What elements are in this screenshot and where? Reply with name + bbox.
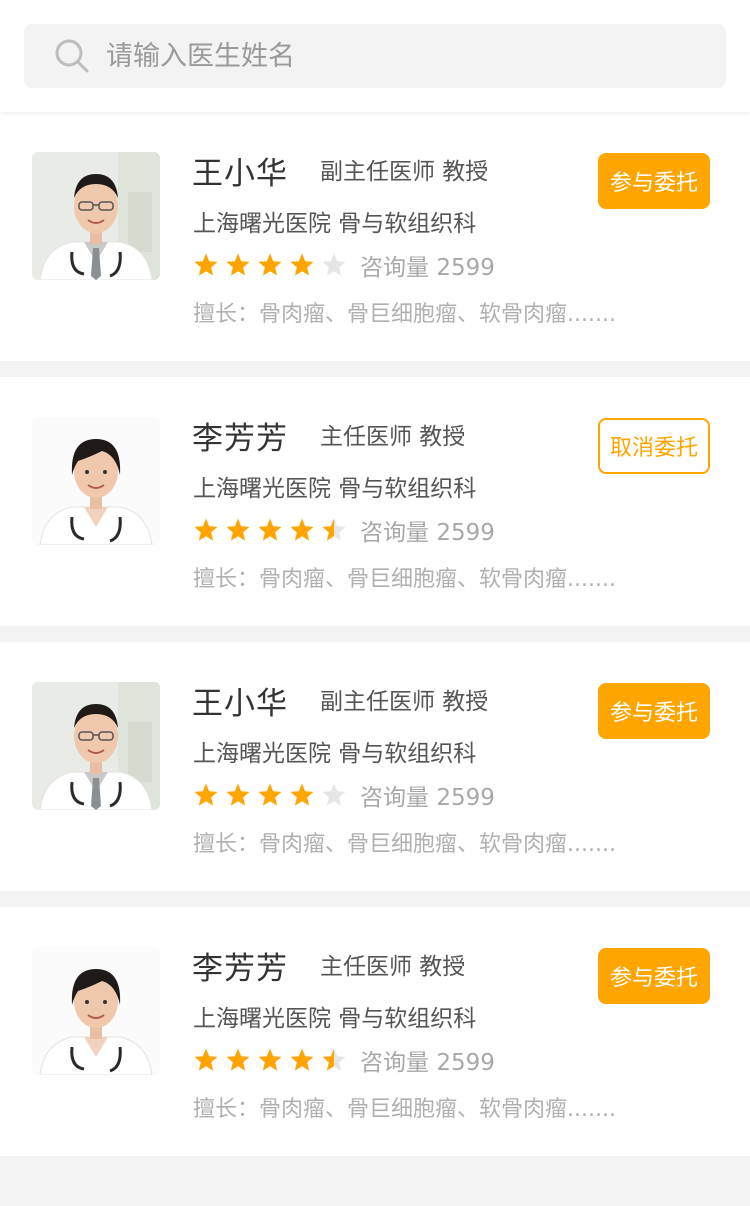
consult-number: 2599 — [436, 520, 495, 546]
search-icon — [55, 39, 89, 73]
consult-label: 咨询量 — [360, 520, 429, 546]
doctor-specialty: 擅长：骨肉瘤、骨巨细胞瘤、软骨肉瘤....... — [193, 302, 616, 327]
doctor-title: 主任医师 教授 — [320, 424, 466, 450]
doctor-avatar — [32, 417, 160, 545]
doctor-hospital: 上海曙光医院 骨与软组织科 — [193, 211, 477, 237]
consult-label: 咨询量 — [360, 785, 429, 811]
star-full-icon — [290, 253, 314, 276]
star-full-icon — [194, 253, 218, 276]
male-doctor-avatar-image — [32, 682, 160, 810]
doctor-title: 副主任医师 教授 — [320, 159, 489, 185]
consult-count: 咨询量 2599 — [360, 513, 495, 547]
rating-stars — [193, 252, 347, 278]
doctor-card[interactable]: 李芳芳 主任医师 教授 上海曙光医院 骨与软组织科 咨询量 2599 擅长：骨肉… — [0, 907, 750, 1156]
doctor-specialty: 擅长：骨肉瘤、骨巨细胞瘤、软骨肉瘤....... — [193, 832, 616, 857]
star-half-icon — [322, 1048, 346, 1071]
doctor-name: 李芳芳 — [192, 421, 288, 457]
doctor-specialty: 擅长：骨肉瘤、骨巨细胞瘤、软骨肉瘤....... — [193, 567, 616, 592]
doctor-specialty: 擅长：骨肉瘤、骨巨细胞瘤、软骨肉瘤....... — [193, 1097, 616, 1122]
doctor-title: 主任医师 教授 — [320, 954, 466, 980]
star-full-icon — [258, 783, 282, 806]
star-full-icon — [226, 518, 250, 541]
consult-count: 咨询量 2599 — [360, 248, 495, 282]
rating-stars — [193, 1047, 347, 1073]
doctor-avatar — [32, 682, 160, 810]
star-full-icon — [290, 518, 314, 541]
doctor-name: 李芳芳 — [192, 951, 288, 987]
doctor-list: 王小华 副主任医师 教授 上海曙光医院 骨与软组织科 咨询量 2599 擅长：骨… — [0, 112, 750, 1172]
doctor-title: 副主任医师 教授 — [320, 689, 489, 715]
rating-stars — [193, 782, 347, 808]
entrust-button[interactable]: 参与委托 — [598, 153, 710, 209]
star-full-icon — [290, 1048, 314, 1071]
search-box[interactable] — [24, 24, 726, 88]
doctor-avatar — [32, 152, 160, 280]
doctor-card[interactable]: 王小华 副主任医师 教授 上海曙光医院 骨与软组织科 咨询量 2599 擅长：骨… — [0, 642, 750, 891]
doctor-hospital: 上海曙光医院 骨与软组织科 — [193, 476, 477, 502]
star-empty-icon — [322, 783, 346, 806]
female-doctor-avatar-image — [32, 417, 160, 545]
female-doctor-avatar-image — [32, 947, 160, 1075]
doctor-name: 王小华 — [192, 686, 288, 722]
star-full-icon — [226, 1048, 250, 1071]
star-full-icon — [226, 253, 250, 276]
entrust-button[interactable]: 参与委托 — [598, 683, 710, 739]
cancel-entrust-button[interactable]: 取消委托 — [598, 418, 710, 474]
entrust-button[interactable]: 参与委托 — [598, 948, 710, 1004]
star-full-icon — [194, 783, 218, 806]
doctor-card[interactable]: 王小华 副主任医师 教授 上海曙光医院 骨与软组织科 咨询量 2599 擅长：骨… — [0, 112, 750, 361]
star-empty-icon — [322, 253, 346, 276]
search-input[interactable] — [106, 24, 706, 88]
star-full-icon — [226, 783, 250, 806]
consult-count: 咨询量 2599 — [360, 1043, 495, 1077]
consult-label: 咨询量 — [360, 255, 429, 281]
doctor-card[interactable]: 李芳芳 主任医师 教授 上海曙光医院 骨与软组织科 咨询量 2599 擅长：骨肉… — [0, 377, 750, 626]
doctor-hospital: 上海曙光医院 骨与软组织科 — [193, 1006, 477, 1032]
star-full-icon — [194, 518, 218, 541]
search-bar — [0, 0, 750, 112]
star-full-icon — [258, 1048, 282, 1071]
doctor-name: 王小华 — [192, 156, 288, 192]
star-half-icon — [322, 518, 346, 541]
star-full-icon — [194, 1048, 218, 1071]
star-full-icon — [290, 783, 314, 806]
male-doctor-avatar-image — [32, 152, 160, 280]
consult-label: 咨询量 — [360, 1050, 429, 1076]
consult-number: 2599 — [436, 785, 495, 811]
consult-number: 2599 — [436, 255, 495, 281]
doctor-hospital: 上海曙光医院 骨与软组织科 — [193, 741, 477, 767]
doctor-avatar — [32, 947, 160, 1075]
star-full-icon — [258, 518, 282, 541]
star-full-icon — [258, 253, 282, 276]
rating-stars — [193, 517, 347, 543]
consult-count: 咨询量 2599 — [360, 778, 495, 812]
consult-number: 2599 — [436, 1050, 495, 1076]
